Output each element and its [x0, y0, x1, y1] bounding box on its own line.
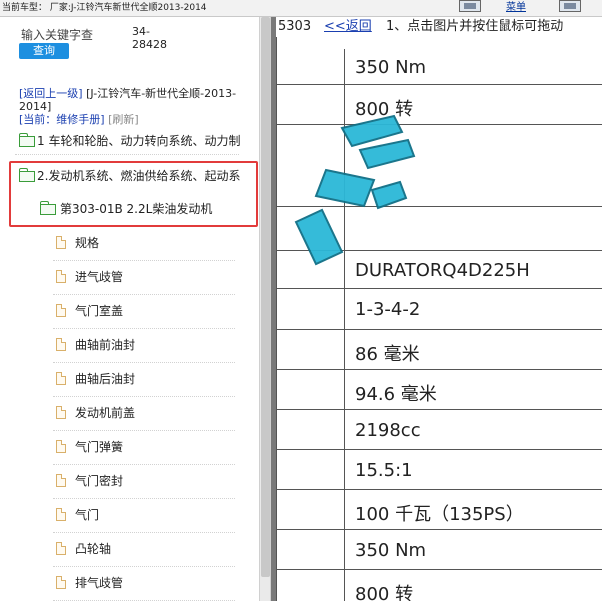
leaf-label: 凸轮轴: [75, 542, 112, 556]
top-bar: 当前车型： 厂家:J-江铃汽车新世代全顺2013-2014 菜单: [0, 0, 602, 17]
menu-link[interactable]: 菜单: [506, 2, 526, 14]
refresh-link[interactable]: [刷新]: [108, 113, 139, 126]
table-cell: 100 千瓦（135PS）: [355, 504, 524, 525]
document-icon: [56, 542, 66, 555]
tree-leaf-item[interactable]: 气门密封: [53, 464, 235, 499]
watermark-graphic: [294, 114, 416, 266]
leaf-label: 气门: [75, 508, 100, 522]
leaf-label: 气门密封: [75, 474, 124, 488]
sidebar-scrollbar[interactable]: [259, 17, 271, 601]
tree-leaf-item[interactable]: 气门弹簧: [53, 430, 235, 465]
query-button[interactable]: 查询: [19, 43, 69, 59]
tree-leaf-item[interactable]: 气门: [53, 498, 235, 533]
breadcrumb: [返回上一级] [J-江铃汽车-新世代全顺-2013-2014] [当前：维修手…: [19, 87, 249, 126]
tree-leaf-item[interactable]: 进气歧管: [53, 260, 235, 295]
table-row: 94.6 毫米: [276, 370, 602, 410]
document-icon: [56, 338, 66, 351]
document-icon: [56, 474, 66, 487]
leaf-label: 曲轴前油封: [75, 338, 136, 352]
leaf-label: 气门室盖: [75, 304, 124, 318]
document-icon: [56, 304, 66, 317]
table-row: 350 Nm: [276, 530, 602, 570]
tree-category-label: 1 车轮和轮胎、动力转向系统、动力制: [37, 134, 241, 148]
tree-leaf-item[interactable]: 凸轮轴: [53, 532, 235, 567]
leaf-label: 进气歧管: [75, 270, 124, 284]
tree-leaf-item[interactable]: 曲轴前油封: [53, 328, 235, 363]
toolbar-icon-1[interactable]: [459, 0, 481, 12]
leaf-label: 气门弹簧: [75, 440, 124, 454]
tree-leaf-item[interactable]: 曲轴后油封: [53, 362, 235, 397]
folder-open-icon: [19, 133, 35, 147]
divider: [15, 154, 239, 155]
sidebar-panel: 输入关键字查 34-28428 查询 [返回上一级] [J-江铃汽车-新世代全顺…: [0, 17, 259, 601]
content-header: 5303 <<返回 1、点击图片并按住鼠标可拖动: [276, 17, 602, 37]
document-icon: [56, 236, 66, 249]
document-icon: [56, 372, 66, 385]
table-row: 1-3-4-2: [276, 289, 602, 330]
tree-leaf-item[interactable]: 发动机前盖: [53, 396, 235, 431]
table-cell: 94.6 毫米: [355, 384, 437, 405]
table-cell: 350 Nm: [355, 57, 427, 78]
leaf-label: 排气歧管: [75, 576, 124, 590]
scrollbar-thumb[interactable]: [261, 17, 270, 577]
document-icon: [56, 440, 66, 453]
document-icon: [56, 406, 66, 419]
table-row: 100 千瓦（135PS）: [276, 490, 602, 530]
window-icon: [464, 3, 476, 9]
window-icon: [564, 3, 576, 9]
table-cell: 15.5:1: [355, 460, 413, 481]
drag-hint: 1、点击图片并按住鼠标可拖动: [386, 19, 564, 34]
search-input[interactable]: 输入关键字查: [21, 26, 93, 43]
back-link[interactable]: <<返回: [324, 17, 372, 37]
tree-leaf-item[interactable]: 排气歧管: [53, 566, 235, 601]
current-manual-link[interactable]: 维修手册: [56, 113, 100, 126]
current-vehicle-text: 当前车型： 厂家:J-江铃汽车新世代全顺2013-2014: [2, 3, 207, 13]
table-row: 350 Nm: [276, 49, 602, 85]
table-row: 15.5:1: [276, 450, 602, 490]
record-counter: 34-28428: [132, 25, 167, 51]
table-row: 800 转: [276, 570, 602, 601]
back-up-link[interactable]: [返回上一级]: [19, 87, 83, 100]
table-cell: 1-3-4-2: [355, 299, 421, 320]
tree-leaf-item[interactable]: 气门室盖: [53, 294, 235, 329]
current-suffix: ]: [100, 113, 105, 126]
document-icon: [56, 576, 66, 589]
content-panel: 5303 <<返回 1、点击图片并按住鼠标可拖动 350 Nm 800 转 DU…: [276, 17, 602, 601]
tree-leaf-item[interactable]: 规格: [53, 226, 235, 261]
selection-highlight: [9, 161, 258, 227]
table-cell: 86 毫米: [355, 344, 420, 365]
table-cell: 2198cc: [355, 420, 421, 441]
document-icon: [56, 508, 66, 521]
document-icon: [56, 270, 66, 283]
toolbar-icon-2[interactable]: [559, 0, 581, 12]
leaf-label: 曲轴后油封: [75, 372, 136, 386]
leaf-label: 规格: [75, 236, 100, 250]
table-cell: 350 Nm: [355, 540, 427, 561]
table-row: 86 毫米: [276, 330, 602, 370]
table-row: 2198cc: [276, 410, 602, 450]
table-cell: 800 转: [355, 584, 414, 601]
doc-code: 5303: [278, 19, 312, 34]
current-prefix: [当前：: [19, 113, 57, 126]
tree-category-1[interactable]: 1 车轮和轮胎、动力转向系统、动力制: [0, 128, 259, 154]
leaf-label: 发动机前盖: [75, 406, 136, 420]
